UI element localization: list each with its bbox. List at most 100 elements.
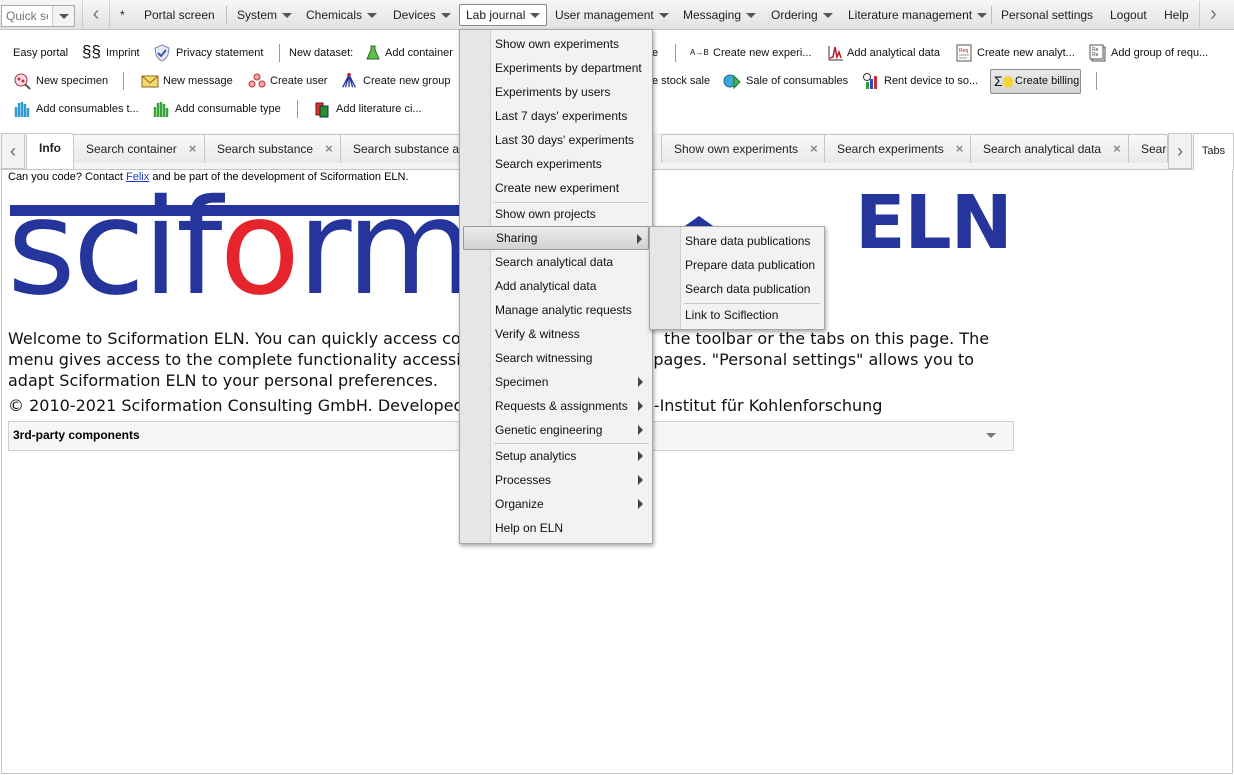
device-rent-icon (863, 73, 877, 89)
menu-item-genetic-engineering[interactable]: Genetic engineering (463, 418, 649, 442)
quick-search-input[interactable] (2, 6, 52, 26)
menu-item-verify-witness[interactable]: Verify & witness (463, 322, 580, 346)
menu-item-last-30-days[interactable]: Last 30 days' experiments (463, 128, 634, 152)
menu-item-share-data-publications[interactable]: Share data publications (653, 229, 810, 253)
menu-personal-settings[interactable]: Personal settings (995, 4, 1099, 26)
menu-item-specimen[interactable]: Specimen (463, 370, 649, 394)
menu-item-organize[interactable]: Organize (463, 492, 649, 516)
sale-of-consumables-button[interactable]: Sale of consumables (723, 70, 853, 92)
new-message-button[interactable]: New message (141, 70, 236, 92)
chevron-down-icon (822, 13, 833, 19)
create-billing-button[interactable]: Σ Create billing (990, 69, 1081, 94)
menu-item-experiments-by-users[interactable]: Experiments by users (463, 80, 610, 104)
menu-item-manage-analytic-requests[interactable]: Manage analytic requests (463, 298, 632, 322)
menu-item-prepare-data-publication[interactable]: Prepare data publication (653, 253, 815, 277)
chevron-down-icon[interactable] (986, 433, 996, 438)
chevron-down-icon (530, 13, 541, 19)
new-specimen-button[interactable]: New specimen (13, 70, 113, 92)
add-container-button[interactable]: Add container (364, 42, 459, 64)
imprint-button[interactable]: §§ Imprint (82, 42, 142, 64)
privacy-statement-button[interactable]: Privacy statement (153, 42, 268, 64)
chevron-right-icon (638, 499, 643, 509)
chevron-down-icon (282, 13, 293, 19)
create-new-experiment-button[interactable]: A→B Create new experi... (690, 42, 815, 64)
menu-item-processes[interactable]: Processes (463, 468, 649, 492)
tab-info[interactable]: Info (26, 133, 74, 169)
menu-scroll-left-icon[interactable]: ‹ (82, 1, 110, 29)
chevron-down-icon (658, 13, 669, 19)
chevron-down-icon (59, 14, 69, 19)
logo-eln: ELN (855, 180, 1013, 266)
menu-ordering[interactable]: Ordering (765, 4, 839, 26)
add-consumables-button[interactable]: Add consumables t... (13, 98, 145, 120)
menu-messaging[interactable]: Messaging (677, 4, 762, 26)
add-analytical-data-button[interactable]: Add analytical data (827, 42, 945, 64)
add-literature-citation-button[interactable]: Add literature ci... (314, 98, 424, 120)
menu-item-sharing[interactable]: Sharing (463, 226, 649, 250)
create-new-group-button[interactable]: Create new group (340, 70, 455, 92)
menu-literature-management[interactable]: Literature management (842, 4, 993, 26)
close-icon[interactable]: × (1113, 141, 1121, 156)
toolbar-separator (297, 100, 298, 118)
tab-search-substance-advanced[interactable]: Search substance a (340, 134, 462, 163)
tab-search-experiments[interactable]: Search experiments × (824, 134, 977, 163)
sciformation-logo: sciform (7, 171, 475, 325)
menu-item-show-own-projects[interactable]: Show own projects (463, 202, 596, 226)
menu-item-requests-assignments[interactable]: Requests & assignments (463, 394, 649, 418)
quick-search-dropdown-button[interactable] (52, 6, 74, 26)
rent-device-button[interactable]: Rent device to so... (862, 70, 984, 92)
close-icon[interactable]: × (189, 141, 197, 156)
chevron-down-icon (977, 13, 988, 19)
menu-star[interactable]: * (114, 4, 131, 26)
menu-item-search-experiments[interactable]: Search experiments (463, 152, 602, 176)
menu-item-help-on-eln[interactable]: Help on ELN (463, 516, 563, 540)
menu-item-last-7-days[interactable]: Last 7 days' experiments (463, 104, 627, 128)
menu-logout[interactable]: Logout (1104, 4, 1153, 26)
tab-search-container[interactable]: Search container × (73, 134, 210, 163)
tab-scroll-right-icon[interactable]: › (1168, 133, 1192, 169)
menu-item-search-data-publication[interactable]: Search data publication (653, 277, 810, 301)
menu-portal-screen[interactable]: Portal screen (138, 4, 221, 26)
menu-item-show-own-experiments[interactable]: Show own experiments (463, 32, 619, 56)
reaction-arrow-icon: A→B (690, 48, 709, 57)
menu-help[interactable]: Help (1158, 4, 1195, 26)
tab-search-substance[interactable]: Search substance × (204, 134, 346, 163)
menu-scroll-right-icon[interactable]: › (1199, 1, 1227, 29)
chevron-right-icon (638, 401, 643, 411)
add-consumable-type-button[interactable]: Add consumable type (152, 98, 287, 120)
menu-system[interactable]: System (231, 4, 298, 26)
toolbar-separator (123, 72, 124, 90)
menu-user-management[interactable]: User management (549, 4, 675, 26)
tab-show-own-experiments[interactable]: Show own experiments × (661, 134, 831, 163)
close-icon[interactable]: × (956, 141, 964, 156)
create-user-button[interactable]: Create user (248, 70, 328, 92)
group-tree-icon (342, 72, 356, 88)
add-group-of-requests-button[interactable]: Re Re Add group of requ... (1089, 42, 1214, 64)
menu-item-experiments-by-department[interactable]: Experiments by department (463, 56, 642, 80)
close-icon[interactable]: × (325, 141, 333, 156)
menu-devices[interactable]: Devices (387, 4, 457, 26)
tabs-list-button[interactable]: Tabs (1193, 133, 1234, 170)
menu-item-setup-analytics[interactable]: Setup analytics (463, 444, 649, 468)
menu-item-search-witnessing[interactable]: Search witnessing (463, 346, 592, 370)
tab-search-analytical-data[interactable]: Search analytical data × (970, 134, 1134, 163)
menu-item-search-analytical-data[interactable]: Search analytical data (463, 250, 613, 274)
menu-separator (991, 6, 992, 24)
close-icon[interactable]: × (810, 141, 818, 156)
paragraph-icon: §§ (82, 42, 101, 61)
menu-chemicals[interactable]: Chemicals (300, 4, 383, 26)
toolbar-separator (279, 44, 280, 62)
chevron-right-icon (638, 425, 643, 435)
svg-text:Req: Req (959, 48, 968, 54)
svg-text:Re: Re (1092, 52, 1099, 58)
menu-item-create-new-experiment[interactable]: Create new experiment (463, 176, 619, 200)
consumable-type-icon (153, 102, 169, 117)
quick-search-box[interactable] (1, 5, 75, 27)
menu-item-link-to-sciflection[interactable]: Link to Sciflection (653, 303, 778, 327)
tab-scroll-left-icon[interactable]: ‹ (1, 133, 25, 169)
menu-item-add-analytical-data[interactable]: Add analytical data (463, 274, 596, 298)
tab-search-truncated[interactable]: Searc (1128, 134, 1168, 163)
create-new-analytical-request-button[interactable]: Req Create new analyt... (955, 42, 1080, 64)
chevron-down-icon (440, 13, 451, 19)
menu-lab-journal[interactable]: Lab journal (459, 4, 548, 26)
